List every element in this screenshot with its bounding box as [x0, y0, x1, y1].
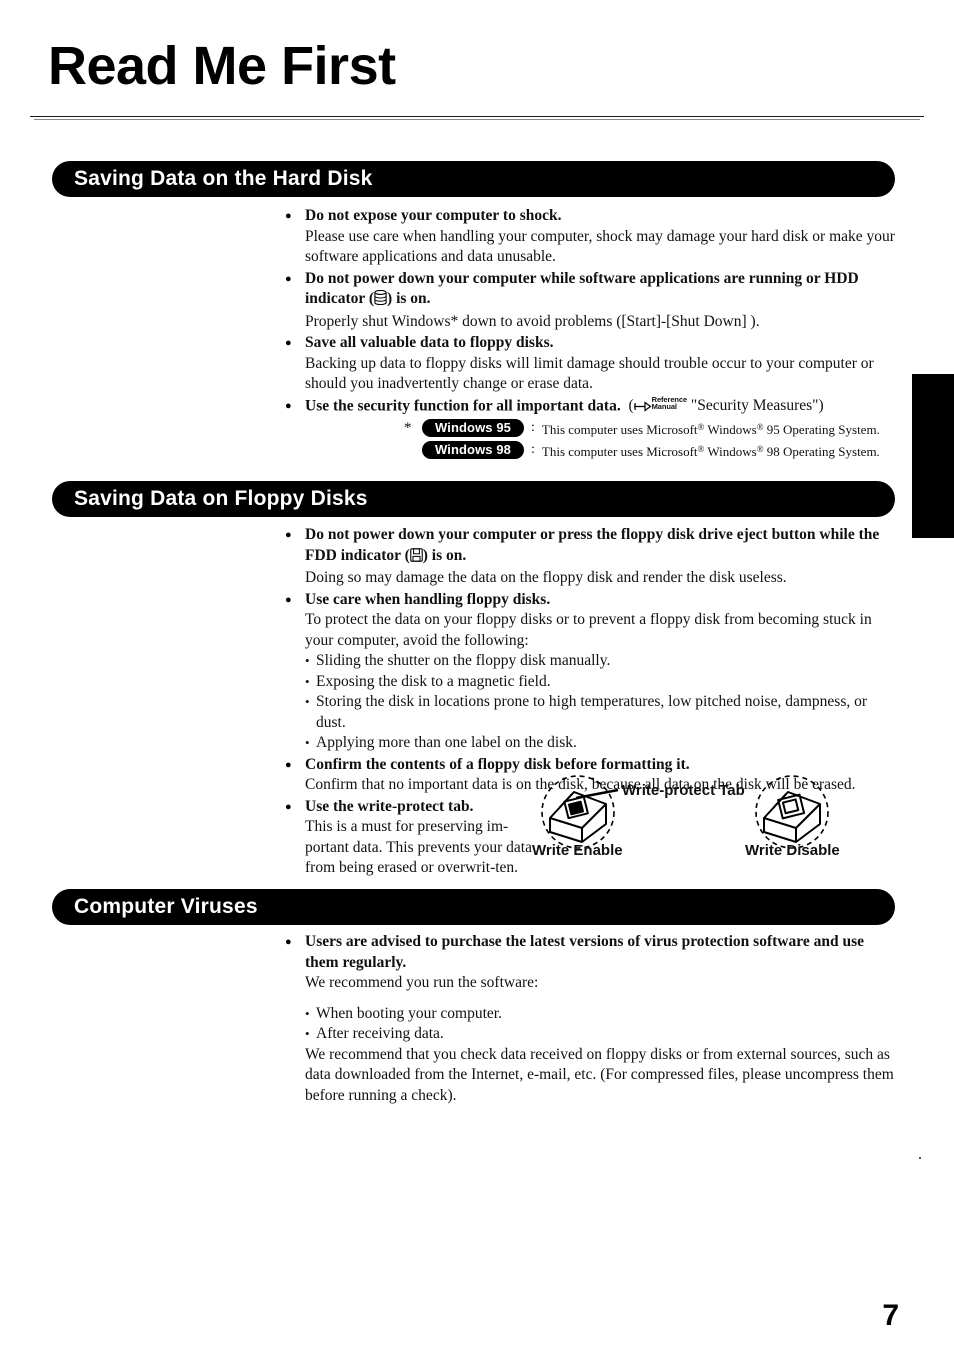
bullet-lead: Use the write-protect tab. [305, 797, 474, 815]
footnote-text-3: 98 Operating System. [763, 443, 880, 459]
list-item: Do not power down your computer while so… [285, 268, 900, 333]
section-body-computer-viruses: Users are advised to purchase the latest… [285, 931, 900, 1107]
bullet-body: To protect the data on your floppy disks… [305, 611, 872, 649]
list-item: Users are advised to purchase the latest… [285, 931, 900, 1106]
list-item: Do not expose your computer to shock. Pl… [285, 205, 900, 268]
bullet-lead-part2: ) is on. [422, 546, 467, 564]
footnote-text: This computer uses Microsoft® Windows® 9… [542, 438, 880, 463]
bullet-lead: Users are advised to purchase the latest… [305, 933, 864, 971]
sub-list-item: When booting your computer. [305, 1004, 900, 1025]
reference-quote: "Security Measures") [690, 397, 824, 415]
list-item: Save all valuable data to floppy disks. … [285, 332, 900, 395]
bullet-body-secondary: We recommend that you check data receive… [305, 1045, 894, 1104]
footnote-text-1: This computer uses Microsoft [541, 421, 698, 437]
footnote-text-1: This computer uses Microsoft [541, 443, 698, 459]
sub-list-item: After receiving data. [305, 1024, 900, 1045]
bullet-lead: Do not power down your computer or press… [305, 525, 900, 568]
bullet-body: Backing up data to floppy disks will lim… [305, 354, 874, 393]
section-header-hard-disk: Saving Data on the Hard Disk [52, 161, 895, 197]
reference-line2: Manual [651, 402, 677, 412]
sub-list-item: Applying more than one label on the disk… [305, 733, 900, 754]
manual-page: Read Me First Saving Data on the Hard Di… [0, 0, 954, 1361]
bullet-lead: Use care when handling floppy disks. [305, 590, 551, 608]
footnote-text-2: Windows [704, 421, 757, 437]
bullet-body: Doing so may damage the data on the flop… [305, 569, 787, 586]
write-disable-caption: Write Disable [745, 842, 840, 859]
bullet-lead: Do not expose your computer to shock. [305, 207, 562, 224]
footnote-star: * [404, 420, 412, 436]
write-protect-figure: Write-protect Tab Write Enable Write Dis… [530, 772, 905, 872]
sub-list-item: Sliding the shutter on the floppy disk m… [305, 651, 900, 672]
list-item: Use care when handling floppy disks. To … [285, 589, 900, 754]
edge-tab-marker [912, 374, 954, 538]
footnote-text-2: Windows [704, 443, 757, 459]
title-divider-secondary [34, 119, 920, 120]
footnote-colon: : [531, 420, 535, 435]
list-item: Use the write-protect tab. This is a mus… [285, 796, 555, 879]
scan-speck [919, 1157, 921, 1159]
reference-manual-label: Reference Manual [651, 395, 687, 412]
sub-list: Sliding the shutter on the floppy disk m… [305, 651, 900, 754]
sub-list: When booting your computer. After receiv… [305, 1004, 900, 1045]
bullet-body: This is a must for preserving im-portant… [305, 818, 532, 876]
bullet-lead-part1: Do not power down your computer or press… [305, 526, 880, 564]
title-divider [30, 116, 924, 117]
page-title: Read Me First [48, 36, 396, 96]
windows-footnotes: * Windows 95 : This computer uses Micros… [404, 417, 904, 461]
list-item: Do not power down your computer or press… [285, 524, 900, 589]
status-badge-windows-95: Windows 95 [422, 419, 525, 437]
section-header-computer-viruses: Computer Viruses [52, 889, 895, 925]
sub-list-item: Exposing the disk to a magnetic field. [305, 672, 900, 693]
floppy-disk-icon [410, 547, 423, 569]
footnote-row: Windows 98 : This computer uses Microsof… [404, 439, 904, 461]
section-header-label: Saving Data on Floppy Disks [74, 487, 368, 510]
bullet-body: Please use care when handling your compu… [305, 227, 895, 266]
footnote-row: * Windows 95 : This computer uses Micros… [404, 417, 904, 439]
bullet-body: We recommend you run the software: [305, 974, 539, 991]
sub-list-item: Storing the disk in locations prone to h… [305, 692, 900, 733]
section-header-label: Computer Viruses [74, 895, 258, 918]
footnote-text-3: 95 Operating System. [763, 421, 880, 437]
registered-mark: ® [756, 421, 764, 432]
write-protect-tab-label: Write-protect Tab [622, 782, 745, 799]
page-number: 7 [882, 1299, 899, 1332]
bullet-lead: Save all valuable data to floppy disks. [305, 334, 554, 351]
footnote-colon: : [531, 442, 535, 457]
write-enable-caption: Write Enable [532, 842, 623, 859]
section-header-label: Saving Data on the Hard Disk [74, 167, 373, 190]
bullet-lead: Do not power down your computer while so… [305, 269, 900, 312]
registered-mark: ® [756, 443, 764, 454]
bullet-body: Properly shut Windows* down to avoid pro… [305, 312, 760, 330]
bullet-lead-text: Use the security function for all import… [305, 397, 621, 415]
status-badge-windows-98: Windows 98 [422, 441, 525, 459]
section-header-floppy-disks: Saving Data on Floppy Disks [52, 481, 895, 517]
bullet-lead-part2: ) is on. [387, 290, 431, 307]
hdd-icon [374, 289, 387, 312]
section-body-hard-disk: Do not expose your computer to shock. Pl… [285, 205, 900, 420]
